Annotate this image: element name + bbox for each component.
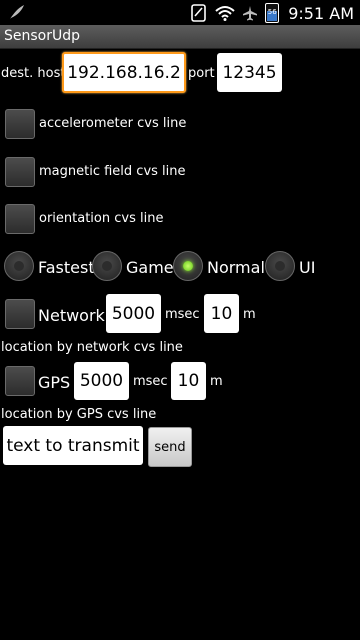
network-meters-unit: m — [243, 307, 256, 322]
magnetic-field-checkbox[interactable] — [5, 157, 35, 187]
network-meters-input[interactable]: 10 — [204, 294, 239, 333]
network-msec-value: 5000 — [111, 303, 156, 324]
gps-msec-unit: msec — [133, 374, 168, 389]
transmit-text-input[interactable]: text to transmit — [3, 426, 143, 465]
network-caption: location by network cvs line — [1, 340, 183, 355]
radio-ui[interactable] — [265, 251, 295, 281]
gps-meters-value: 10 — [177, 371, 200, 391]
radio-ui-label: UI — [299, 258, 316, 277]
orientation-checkbox[interactable] — [5, 204, 35, 234]
gps-label: GPS — [38, 373, 71, 392]
gps-msec-value: 5000 — [79, 371, 124, 391]
network-msec-input[interactable]: 5000 — [106, 294, 161, 333]
gps-msec-input[interactable]: 5000 — [74, 362, 129, 400]
network-label: Network — [38, 306, 105, 325]
airplane-icon — [243, 6, 258, 21]
network-checkbox[interactable] — [5, 299, 35, 329]
send-button-label: send — [154, 439, 186, 455]
gps-meters-input[interactable]: 10 — [171, 362, 206, 400]
transmit-text-value: text to transmit — [6, 435, 140, 456]
status-bar: 56 9:51 AM — [0, 0, 360, 25]
port-input[interactable]: 12345 — [217, 53, 282, 92]
network-meters-value: 10 — [210, 303, 233, 324]
radio-fastest-label: Fastest — [38, 258, 95, 277]
battery-level: 56 — [267, 8, 277, 16]
dest-host-value: 192.168.16.2 — [67, 62, 181, 83]
app-title: SensorUdp — [4, 28, 81, 44]
battery-icon: 56 — [265, 3, 280, 23]
feather-icon — [10, 5, 24, 19]
notification-icon — [191, 4, 207, 22]
radio-game[interactable] — [92, 251, 122, 281]
radio-fastest[interactable] — [4, 251, 34, 281]
accelerometer-label: accelerometer cvs line — [39, 116, 187, 131]
accelerometer-checkbox[interactable] — [5, 109, 35, 139]
port-label: port — [188, 66, 215, 81]
dest-host-label: dest. host — [1, 66, 66, 81]
gps-caption: location by GPS cvs line — [1, 407, 157, 422]
magnetic-field-label: magnetic field cvs line — [39, 164, 186, 179]
wifi-icon — [215, 6, 235, 21]
radio-normal[interactable] — [173, 251, 203, 281]
port-value: 12345 — [222, 62, 277, 83]
orientation-label: orientation cvs line — [39, 211, 164, 226]
dest-host-input[interactable]: 192.168.16.2 — [62, 52, 186, 93]
radio-game-label: Game — [126, 258, 174, 277]
title-bar: SensorUdp — [0, 25, 360, 49]
send-button[interactable]: send — [148, 427, 192, 467]
clock: 9:51 AM — [288, 3, 354, 23]
gps-meters-unit: m — [210, 374, 223, 389]
radio-normal-label: Normal — [207, 258, 265, 277]
gps-checkbox[interactable] — [5, 366, 35, 396]
network-msec-unit: msec — [165, 307, 200, 322]
